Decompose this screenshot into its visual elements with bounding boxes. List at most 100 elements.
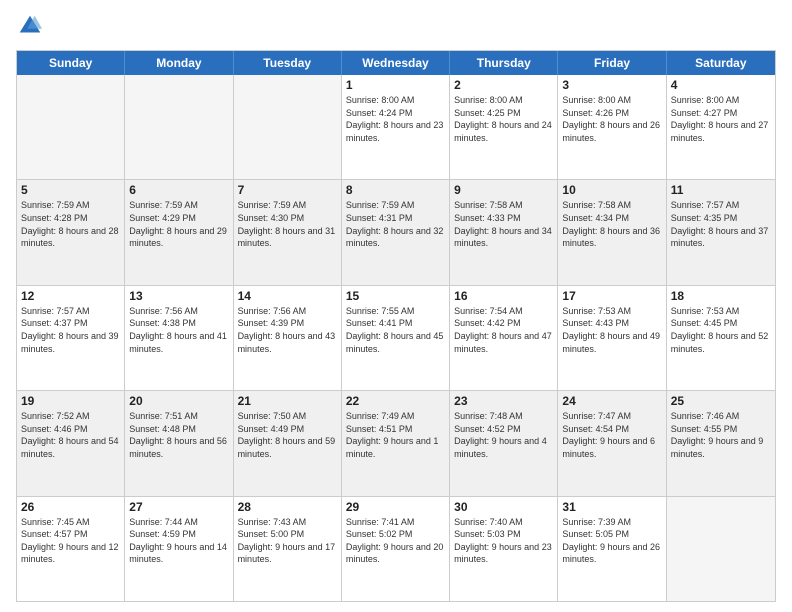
day-info: Sunrise: 7:41 AM Sunset: 5:02 PM Dayligh… — [346, 516, 445, 566]
day-number: 6 — [129, 183, 228, 197]
cal-cell: 16Sunrise: 7:54 AM Sunset: 4:42 PM Dayli… — [450, 286, 558, 390]
cal-cell: 5 Sunrise: 7:59 AM Sunset: 4:28 PM Daylig… — [17, 180, 125, 284]
day-info: Sunrise: 7:58 AM Sunset: 4:33 PM Dayligh… — [454, 199, 553, 249]
day-info: Sunrise: 7:56 AM Sunset: 4:38 PM Dayligh… — [129, 305, 228, 355]
cal-cell: 17 Sunrise: 7:53 AM Sunset: 4:43 PM Dayli… — [558, 286, 666, 390]
day-info: Sunrise: 8:00 AM Sunset: 4:24 PM Dayligh… — [346, 94, 445, 144]
day-info: Sunrise: 7:59 AM Sunset: 4:30 PM Dayligh… — [238, 199, 337, 249]
day-info: Sunrise: 8:00 AM Sunset: 4:25 PM Dayligh… — [454, 94, 553, 144]
cal-cell: 10 Sunrise: 7:58 AM Sunset: 4:34 PM Dayli… — [558, 180, 666, 284]
day-info: Sunrise: 8:00 AM Sunset: 4:26 PM Dayligh… — [562, 94, 661, 144]
weekday-header-wednesday: Wednesday — [342, 51, 450, 75]
day-info: Sunrise: 7:46 AM Sunset: 4:55 PM Dayligh… — [671, 410, 771, 460]
cal-cell: 12Sunrise: 7:57 AM Sunset: 4:37 PM Dayli… — [17, 286, 125, 390]
day-info: Sunrise: 8:00 AM Sunset: 4:27 PM Dayligh… — [671, 94, 771, 144]
cal-cell: 27 Sunrise: 7:44 AM Sunset: 4:59 PM Dayli… — [125, 497, 233, 601]
day-number: 2 — [454, 78, 553, 92]
day-number: 26 — [21, 500, 120, 514]
day-number: 31 — [562, 500, 661, 514]
cal-cell: 1 Sunrise: 8:00 AM Sunset: 4:24 PM Daylig… — [342, 75, 450, 179]
day-info: Sunrise: 7:49 AM Sunset: 4:51 PM Dayligh… — [346, 410, 445, 460]
day-info: Sunrise: 7:43 AM Sunset: 5:00 PM Dayligh… — [238, 516, 337, 566]
day-number: 25 — [671, 394, 771, 408]
day-number: 1 — [346, 78, 445, 92]
page: SundayMondayTuesdayWednesdayThursdayFrid… — [0, 0, 792, 612]
cal-cell: 3 Sunrise: 8:00 AM Sunset: 4:26 PM Daylig… — [558, 75, 666, 179]
day-number: 27 — [129, 500, 228, 514]
day-info: Sunrise: 7:59 AM Sunset: 4:28 PM Dayligh… — [21, 199, 120, 249]
cal-cell: 15 Sunrise: 7:55 AM Sunset: 4:41 PM Dayli… — [342, 286, 450, 390]
week-row-3: 12Sunrise: 7:57 AM Sunset: 4:37 PM Dayli… — [17, 285, 775, 390]
day-number: 22 — [346, 394, 445, 408]
day-info: Sunrise: 7:39 AM Sunset: 5:05 PM Dayligh… — [562, 516, 661, 566]
day-info: Sunrise: 7:45 AM Sunset: 4:57 PM Dayligh… — [21, 516, 120, 566]
day-number: 8 — [346, 183, 445, 197]
weekday-header-saturday: Saturday — [667, 51, 775, 75]
header — [16, 12, 776, 40]
day-info: Sunrise: 7:58 AM Sunset: 4:34 PM Dayligh… — [562, 199, 661, 249]
calendar-body: 1 Sunrise: 8:00 AM Sunset: 4:24 PM Daylig… — [17, 75, 775, 601]
cal-cell: 18 Sunrise: 7:53 AM Sunset: 4:45 PM Dayli… — [667, 286, 775, 390]
day-number: 20 — [129, 394, 228, 408]
cal-cell: 25 Sunrise: 7:46 AM Sunset: 4:55 PM Dayli… — [667, 391, 775, 495]
cal-cell: 30 Sunrise: 7:40 AM Sunset: 5:03 PM Dayli… — [450, 497, 558, 601]
cal-cell: 21 Sunrise: 7:50 AM Sunset: 4:49 PM Dayli… — [234, 391, 342, 495]
day-info: Sunrise: 7:57 AM Sunset: 4:35 PM Dayligh… — [671, 199, 771, 249]
day-info: Sunrise: 7:57 AM Sunset: 4:37 PM Dayligh… — [21, 305, 120, 355]
weekday-header-tuesday: Tuesday — [234, 51, 342, 75]
day-info: Sunrise: 7:56 AM Sunset: 4:39 PM Dayligh… — [238, 305, 337, 355]
day-info: Sunrise: 7:51 AM Sunset: 4:48 PM Dayligh… — [129, 410, 228, 460]
cal-cell: 31 Sunrise: 7:39 AM Sunset: 5:05 PM Dayli… — [558, 497, 666, 601]
cal-cell: 7 Sunrise: 7:59 AM Sunset: 4:30 PM Daylig… — [234, 180, 342, 284]
day-number: 15 — [346, 289, 445, 303]
week-row-5: 26 Sunrise: 7:45 AM Sunset: 4:57 PM Dayli… — [17, 496, 775, 601]
day-info: Sunrise: 7:59 AM Sunset: 4:29 PM Dayligh… — [129, 199, 228, 249]
weekday-header-thursday: Thursday — [450, 51, 558, 75]
day-number: 19 — [21, 394, 120, 408]
cal-cell: 2 Sunrise: 8:00 AM Sunset: 4:25 PM Daylig… — [450, 75, 558, 179]
cal-cell: 24Sunrise: 7:47 AM Sunset: 4:54 PM Dayli… — [558, 391, 666, 495]
day-info: Sunrise: 7:52 AM Sunset: 4:46 PM Dayligh… — [21, 410, 120, 460]
logo-icon — [16, 12, 44, 40]
day-number: 21 — [238, 394, 337, 408]
day-info: Sunrise: 7:50 AM Sunset: 4:49 PM Dayligh… — [238, 410, 337, 460]
day-number: 17 — [562, 289, 661, 303]
day-info: Sunrise: 7:48 AM Sunset: 4:52 PM Dayligh… — [454, 410, 553, 460]
logo — [16, 12, 48, 40]
day-number: 7 — [238, 183, 337, 197]
day-number: 14 — [238, 289, 337, 303]
cal-cell: 26 Sunrise: 7:45 AM Sunset: 4:57 PM Dayli… — [17, 497, 125, 601]
cal-cell: 6 Sunrise: 7:59 AM Sunset: 4:29 PM Daylig… — [125, 180, 233, 284]
weekday-header-friday: Friday — [558, 51, 666, 75]
day-number: 24 — [562, 394, 661, 408]
day-number: 9 — [454, 183, 553, 197]
cal-cell: 22 Sunrise: 7:49 AM Sunset: 4:51 PM Dayli… — [342, 391, 450, 495]
day-info: Sunrise: 7:53 AM Sunset: 4:45 PM Dayligh… — [671, 305, 771, 355]
cal-cell — [17, 75, 125, 179]
day-number: 23 — [454, 394, 553, 408]
calendar-header-row: SundayMondayTuesdayWednesdayThursdayFrid… — [17, 51, 775, 75]
week-row-1: 1 Sunrise: 8:00 AM Sunset: 4:24 PM Daylig… — [17, 75, 775, 179]
cal-cell: 19 Sunrise: 7:52 AM Sunset: 4:46 PM Dayli… — [17, 391, 125, 495]
day-number: 30 — [454, 500, 553, 514]
day-number: 18 — [671, 289, 771, 303]
day-info: Sunrise: 7:40 AM Sunset: 5:03 PM Dayligh… — [454, 516, 553, 566]
day-number: 29 — [346, 500, 445, 514]
day-number: 11 — [671, 183, 771, 197]
cal-cell: 14 Sunrise: 7:56 AM Sunset: 4:39 PM Dayli… — [234, 286, 342, 390]
weekday-header-monday: Monday — [125, 51, 233, 75]
day-info: Sunrise: 7:55 AM Sunset: 4:41 PM Dayligh… — [346, 305, 445, 355]
day-info: Sunrise: 7:59 AM Sunset: 4:31 PM Dayligh… — [346, 199, 445, 249]
cal-cell: 20 Sunrise: 7:51 AM Sunset: 4:48 PM Dayli… — [125, 391, 233, 495]
cal-cell: 13 Sunrise: 7:56 AM Sunset: 4:38 PM Dayli… — [125, 286, 233, 390]
cal-cell: 11 Sunrise: 7:57 AM Sunset: 4:35 PM Dayli… — [667, 180, 775, 284]
week-row-4: 19 Sunrise: 7:52 AM Sunset: 4:46 PM Dayli… — [17, 390, 775, 495]
day-number: 13 — [129, 289, 228, 303]
day-info: Sunrise: 7:53 AM Sunset: 4:43 PM Dayligh… — [562, 305, 661, 355]
day-info: Sunrise: 7:44 AM Sunset: 4:59 PM Dayligh… — [129, 516, 228, 566]
day-info: Sunrise: 7:54 AM Sunset: 4:42 PM Dayligh… — [454, 305, 553, 355]
day-number: 5 — [21, 183, 120, 197]
day-number: 10 — [562, 183, 661, 197]
cal-cell: 23 Sunrise: 7:48 AM Sunset: 4:52 PM Dayli… — [450, 391, 558, 495]
day-number: 3 — [562, 78, 661, 92]
